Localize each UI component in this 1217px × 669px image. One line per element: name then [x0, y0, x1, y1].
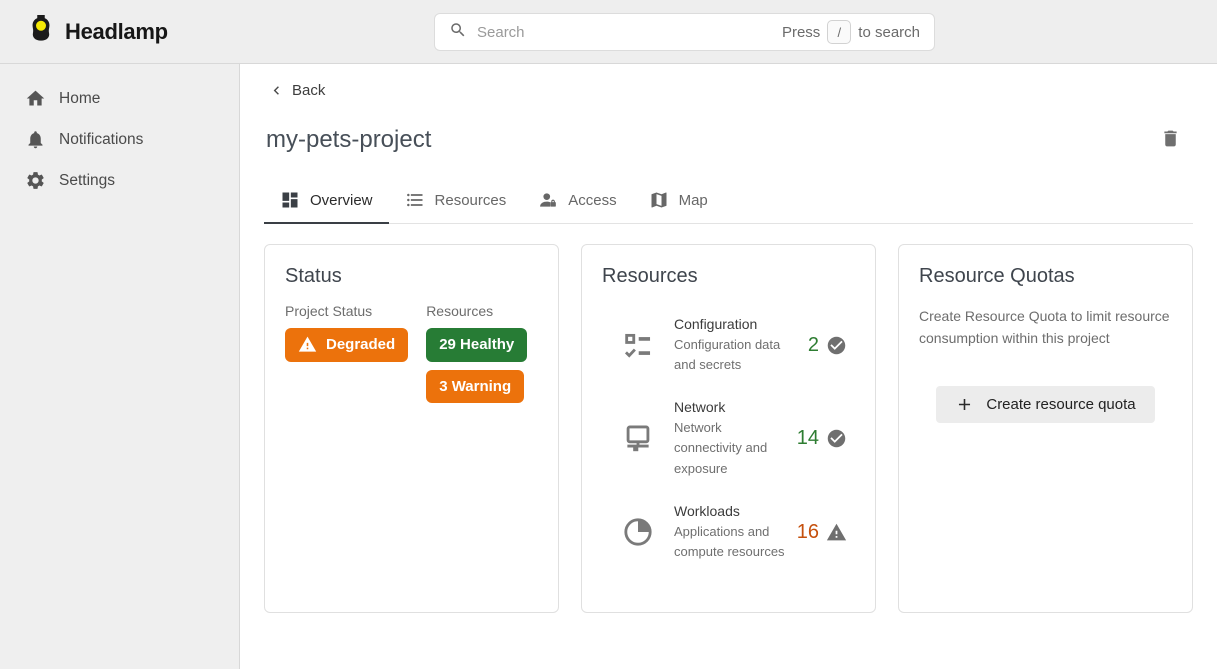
tab-resources[interactable]: Resources — [389, 178, 523, 223]
sidebar-item-label: Home — [59, 90, 100, 108]
sidebar-item-label: Notifications — [59, 131, 143, 149]
status-card-title: Status — [285, 265, 538, 288]
resource-description: Applications and compute resources — [674, 522, 786, 562]
top-bar: Headlamp Press / to search — [0, 0, 1217, 64]
warning-triangle-icon — [298, 335, 317, 354]
delete-project-button[interactable] — [1160, 128, 1181, 152]
tab-label: Resources — [435, 192, 507, 209]
resource-description: Configuration data and secrets — [674, 335, 786, 375]
resource-name: Configuration — [674, 316, 786, 332]
page-title: my-pets-project — [266, 126, 431, 154]
warning-triangle-icon — [826, 522, 847, 543]
bulleted-list-icon — [405, 190, 425, 210]
project-status-badge: Degraded — [285, 328, 408, 362]
monitor-network-icon — [602, 422, 674, 456]
resources-status-column: Resources 29 Healthy 3 Warning — [426, 303, 527, 403]
headlamp-lamp-icon — [26, 14, 56, 49]
resource-row-network[interactable]: Network Network connectivity and exposur… — [602, 399, 855, 478]
sidebar-item-notifications[interactable]: Notifications — [0, 119, 239, 160]
checklist-icon — [602, 329, 674, 363]
resources-card-title: Resources — [602, 265, 855, 288]
resource-row-configuration[interactable]: Configuration Configuration data and sec… — [602, 316, 855, 375]
back-button[interactable]: Back — [264, 80, 329, 101]
project-status-label: Project Status — [285, 303, 408, 319]
project-status-column: Project Status Degraded — [285, 303, 408, 403]
check-circle-icon — [826, 335, 847, 356]
tab-label: Map — [679, 192, 708, 209]
resources-status-label: Resources — [426, 303, 527, 319]
tab-access[interactable]: Access — [522, 178, 632, 223]
status-card: Status Project Status Degraded — [264, 244, 559, 613]
check-circle-icon — [826, 428, 847, 449]
sidebar-item-home[interactable]: Home — [0, 78, 239, 119]
map-icon — [649, 190, 669, 210]
app-title: Headlamp — [65, 19, 168, 45]
person-lock-icon — [538, 190, 558, 210]
bell-icon — [25, 129, 46, 150]
resources-card: Resources Configuration — [581, 244, 876, 613]
resource-quotas-description: Create Resource Quota to limit resource … — [919, 305, 1172, 350]
create-resource-quota-button[interactable]: Create resource quota — [936, 386, 1154, 423]
resource-name: Network — [674, 399, 786, 415]
sidebar: Home Notifications Settings — [0, 64, 240, 669]
resource-count: 14 — [797, 427, 819, 450]
slash-keycap: / — [827, 20, 851, 44]
project-tabs: Overview Resources Access — [264, 178, 1193, 224]
chevron-left-icon — [268, 82, 285, 99]
warning-count-badge: 3 Warning — [426, 370, 524, 404]
resource-name: Workloads — [674, 503, 786, 519]
search-shortcut-hint: Press / to search — [782, 20, 920, 44]
resource-description: Network connectivity and exposure — [674, 418, 786, 478]
tab-map[interactable]: Map — [633, 178, 724, 223]
headlamp-logo[interactable]: Headlamp — [26, 14, 168, 49]
resource-quotas-card: Resource Quotas Create Resource Quota to… — [898, 244, 1193, 613]
resource-count: 16 — [797, 521, 819, 544]
resource-row-workloads[interactable]: Workloads Applications and compute resou… — [602, 503, 855, 562]
sidebar-item-settings[interactable]: Settings — [0, 160, 239, 201]
search-input[interactable] — [477, 24, 772, 41]
resource-count: 2 — [808, 334, 819, 357]
dashboard-icon — [280, 190, 300, 210]
content-area: Back my-pets-project Overview Reso — [240, 64, 1217, 669]
healthy-count-badge: 29 Healthy — [426, 328, 527, 362]
home-icon — [25, 88, 46, 109]
tab-label: Access — [568, 192, 616, 209]
plus-icon — [955, 395, 974, 414]
tab-label: Overview — [310, 192, 373, 209]
sidebar-item-label: Settings — [59, 172, 115, 190]
resource-quotas-card-title: Resource Quotas — [919, 265, 1172, 288]
global-search[interactable]: Press / to search — [434, 13, 935, 51]
tab-overview[interactable]: Overview — [264, 178, 389, 223]
trash-icon — [1160, 128, 1181, 152]
gear-icon — [25, 170, 46, 191]
pie-circle-icon — [602, 515, 674, 549]
search-icon — [449, 21, 467, 44]
